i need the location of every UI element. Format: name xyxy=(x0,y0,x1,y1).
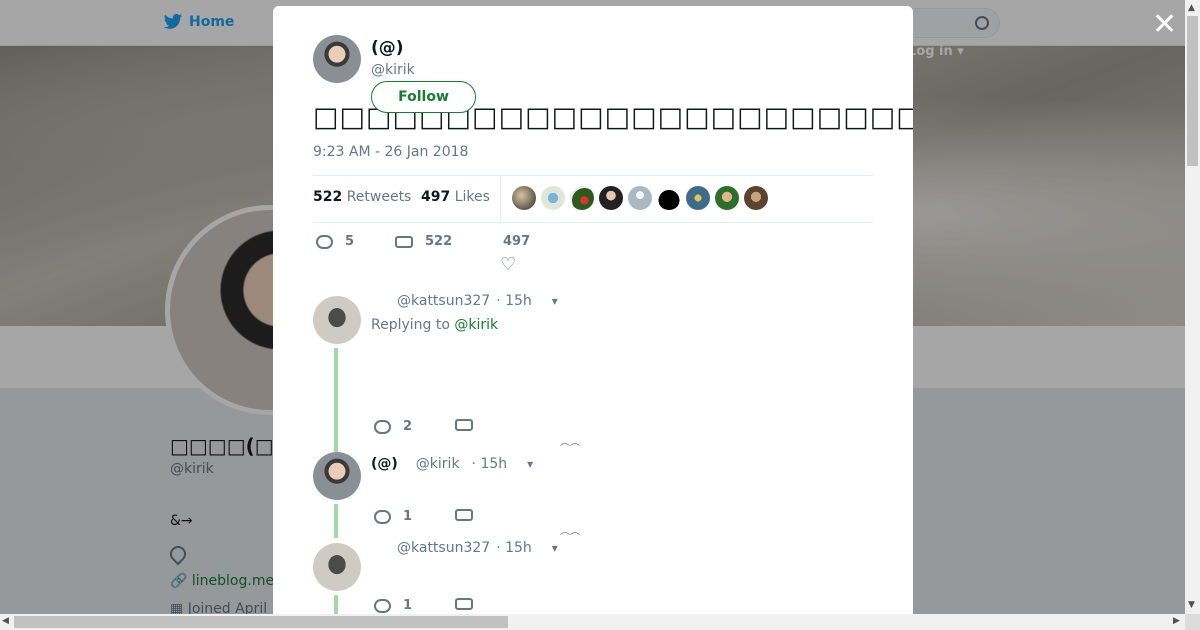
retweets-stat[interactable]: 522 Retweets xyxy=(313,189,411,205)
reply-icon xyxy=(374,598,391,613)
retweet-icon xyxy=(455,419,473,431)
reply-reply-count: 1 xyxy=(403,509,413,524)
reply-item[interactable]: (@) @kirik · 15h ▾ 1 ⌒⌒ xyxy=(313,452,873,544)
liker-avatar[interactable] xyxy=(715,186,739,210)
retweet-action[interactable]: 522 xyxy=(395,234,452,249)
tweet-modal: (@) @kirik □□□□□□□□□□□□□□□□□□□□□□□□□□□□□… xyxy=(273,6,913,614)
reply-avatar[interactable] xyxy=(313,543,361,591)
reply-header: @kattsun327 · 15h ▾ xyxy=(391,293,558,309)
retweet-action-count: 522 xyxy=(425,234,453,249)
reply-avatar[interactable] xyxy=(313,296,361,344)
likes-label: Likes xyxy=(454,189,490,205)
reply-handle[interactable]: @kattsun327 xyxy=(397,540,490,556)
chevron-down-icon[interactable]: ▾ xyxy=(527,457,533,471)
horizontal-scrollbar[interactable]: ◀ ▶ xyxy=(0,614,1185,630)
reply-reply-action[interactable]: 1 xyxy=(374,598,412,613)
scroll-down-arrow-icon[interactable]: ▼ xyxy=(1188,600,1195,610)
like-action[interactable]: ♡ xyxy=(500,254,517,275)
liker-avatar[interactable] xyxy=(599,186,623,210)
liker-avatar[interactable] xyxy=(512,186,536,210)
reply-retweet-action[interactable] xyxy=(455,509,473,521)
liker-avatar[interactable] xyxy=(541,186,565,210)
reply-reply-count: 2 xyxy=(403,419,413,434)
liker-avatar[interactable] xyxy=(657,186,681,210)
more-icon[interactable]: ⌒⌒ xyxy=(560,529,580,544)
horizontal-scroll-thumb[interactable] xyxy=(14,616,508,628)
reply-handle[interactable]: @kirik xyxy=(416,456,460,472)
reply-header: (@) @kirik · 15h ▾ xyxy=(371,456,533,472)
scroll-left-arrow-icon[interactable]: ◀ xyxy=(2,616,9,626)
reply-icon xyxy=(374,509,391,524)
thread-line xyxy=(334,348,338,452)
retweets-label: Retweets xyxy=(346,189,412,205)
chevron-down-icon[interactable]: ▾ xyxy=(552,294,558,308)
like-action-count: 497 xyxy=(503,234,531,249)
author-avatar[interactable] xyxy=(313,35,361,83)
retweet-icon xyxy=(455,509,473,521)
reply-retweet-action[interactable] xyxy=(455,419,473,431)
retweet-icon xyxy=(395,235,413,248)
reply-reply-count: 1 xyxy=(403,598,413,613)
vertical-scroll-thumb[interactable] xyxy=(1187,16,1198,166)
replying-to-handle[interactable]: @kirik xyxy=(454,317,498,333)
reply-retweet-action[interactable] xyxy=(455,598,473,610)
close-icon[interactable]: ✕ xyxy=(1152,10,1177,40)
heart-icon: ♡ xyxy=(500,254,517,275)
chevron-down-icon[interactable]: ▾ xyxy=(552,541,558,555)
reply-header: @kattsun327 · 15h ▾ xyxy=(391,540,558,556)
tweet-timestamp[interactable]: 9:23 AM - 26 Jan 2018 xyxy=(313,144,468,160)
stats-divider xyxy=(500,176,501,222)
thread-line xyxy=(334,504,338,538)
likers-avatars xyxy=(512,186,768,210)
reply-icon xyxy=(316,234,333,249)
reply-name[interactable]: (@) xyxy=(371,456,398,472)
reply-time[interactable]: · 15h xyxy=(496,293,532,309)
reply-action-count: 5 xyxy=(345,234,355,249)
liker-avatar[interactable] xyxy=(570,186,594,210)
scroll-right-arrow-icon[interactable]: ▶ xyxy=(1173,616,1180,626)
reply-item[interactable]: @kattsun327 · 15h ▾ 1 xyxy=(313,540,873,614)
reply-reply-action[interactable]: 2 xyxy=(374,419,412,434)
reply-avatar[interactable] xyxy=(313,452,361,500)
author-handle[interactable]: @kirik xyxy=(371,62,415,78)
retweet-icon xyxy=(455,598,473,610)
retweets-count: 522 xyxy=(313,189,343,205)
likes-stat[interactable]: 497 Likes xyxy=(421,189,490,205)
scrollbar-corner xyxy=(1185,614,1200,630)
scroll-up-arrow-icon[interactable]: ▲ xyxy=(1188,3,1195,13)
reply-icon xyxy=(374,419,391,434)
reply-item[interactable]: @kattsun327 · 15h ▾ Replying to @kirik 2… xyxy=(313,293,873,455)
reply-handle[interactable]: @kattsun327 xyxy=(397,293,490,309)
liker-avatar[interactable] xyxy=(744,186,768,210)
reply-time[interactable]: · 15h xyxy=(472,456,508,472)
like-action-count-wrap: 497 xyxy=(503,234,530,249)
replying-prefix: Replying to xyxy=(371,317,455,333)
reply-time[interactable]: · 15h xyxy=(496,540,532,556)
author-name[interactable]: (@) xyxy=(371,38,404,58)
reply-reply-action[interactable]: 1 xyxy=(374,509,412,524)
likes-count: 497 xyxy=(421,189,451,205)
follow-button[interactable]: Follow xyxy=(371,81,476,113)
replying-to: Replying to @kirik xyxy=(371,317,498,333)
liker-avatar[interactable] xyxy=(628,186,652,210)
tweet-stats: 522 Retweets 497 Likes xyxy=(313,175,873,223)
thread-line xyxy=(334,595,338,614)
vertical-scrollbar[interactable]: ▲ ▼ xyxy=(1185,0,1200,614)
liker-avatar[interactable] xyxy=(686,186,710,210)
reply-action[interactable]: 5 xyxy=(316,234,354,249)
